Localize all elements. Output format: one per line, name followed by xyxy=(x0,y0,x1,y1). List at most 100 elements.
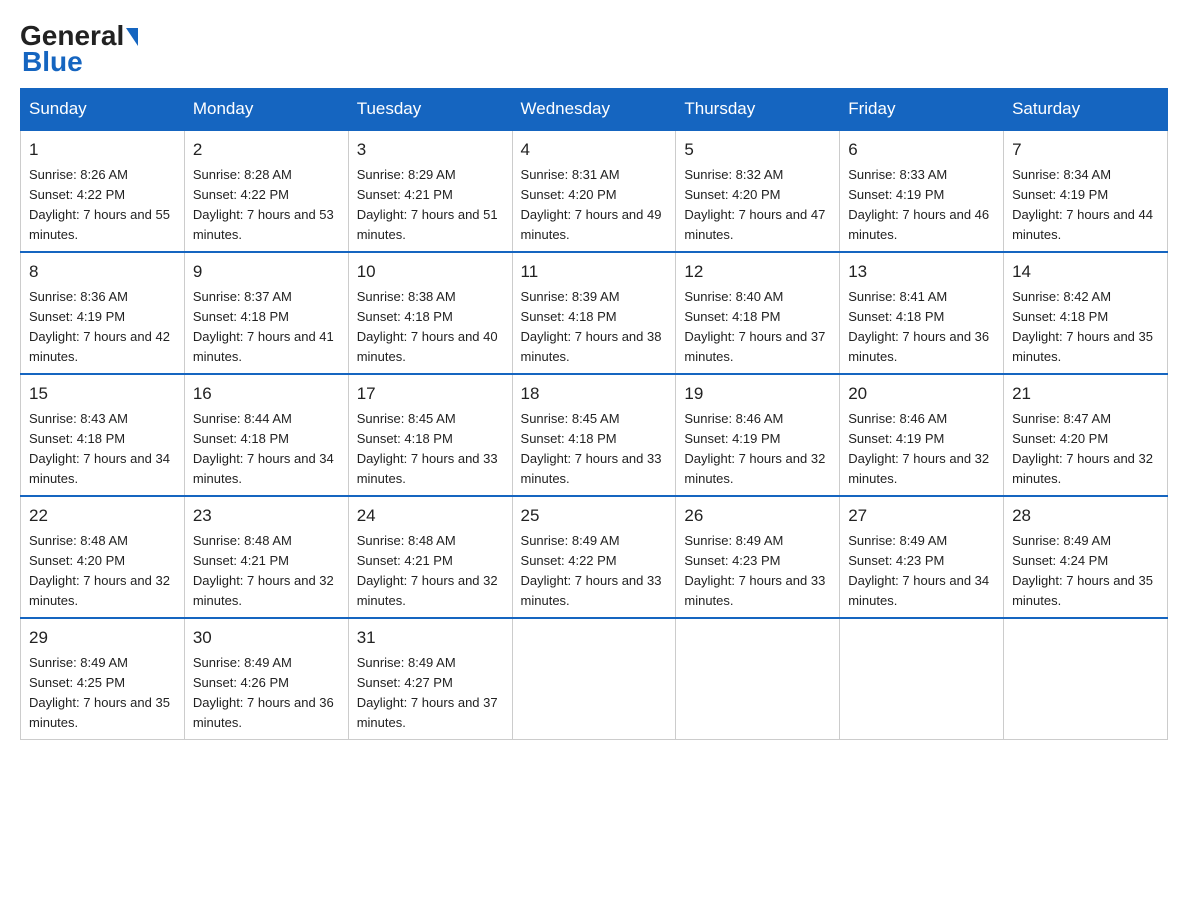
day-number: 17 xyxy=(357,381,504,407)
calendar-week-row: 15 Sunrise: 8:43 AMSunset: 4:18 PMDayligh… xyxy=(21,374,1168,496)
day-number: 18 xyxy=(521,381,668,407)
day-info: Sunrise: 8:33 AMSunset: 4:19 PMDaylight:… xyxy=(848,167,989,242)
day-info: Sunrise: 8:31 AMSunset: 4:20 PMDaylight:… xyxy=(521,167,662,242)
logo-arrow-icon xyxy=(126,28,138,46)
day-number: 31 xyxy=(357,625,504,651)
day-number: 2 xyxy=(193,137,340,163)
calendar-day-15: 15 Sunrise: 8:43 AMSunset: 4:18 PMDayligh… xyxy=(21,374,185,496)
calendar-day-14: 14 Sunrise: 8:42 AMSunset: 4:18 PMDayligh… xyxy=(1004,252,1168,374)
day-number: 22 xyxy=(29,503,176,529)
day-info: Sunrise: 8:32 AMSunset: 4:20 PMDaylight:… xyxy=(684,167,825,242)
calendar-day-30: 30 Sunrise: 8:49 AMSunset: 4:26 PMDayligh… xyxy=(184,618,348,740)
calendar-day-3: 3 Sunrise: 8:29 AMSunset: 4:21 PMDaylight… xyxy=(348,130,512,252)
calendar-day-27: 27Sunrise: 8:49 AMSunset: 4:23 PMDayligh… xyxy=(840,496,1004,618)
calendar-day-21: 21 Sunrise: 8:47 AMSunset: 4:20 PMDayligh… xyxy=(1004,374,1168,496)
day-info: Sunrise: 8:49 AMSunset: 4:22 PMDaylight:… xyxy=(521,533,662,608)
day-number: 15 xyxy=(29,381,176,407)
day-info: Sunrise: 8:49 AMSunset: 4:27 PMDaylight:… xyxy=(357,655,498,730)
calendar-day-26: 26Sunrise: 8:49 AMSunset: 4:23 PMDayligh… xyxy=(676,496,840,618)
day-info: Sunrise: 8:40 AMSunset: 4:18 PMDaylight:… xyxy=(684,289,825,364)
calendar-day-12: 12 Sunrise: 8:40 AMSunset: 4:18 PMDayligh… xyxy=(676,252,840,374)
calendar-day-7: 7 Sunrise: 8:34 AMSunset: 4:19 PMDaylight… xyxy=(1004,130,1168,252)
calendar-day-8: 8 Sunrise: 8:36 AMSunset: 4:19 PMDaylight… xyxy=(21,252,185,374)
day-info: Sunrise: 8:49 AMSunset: 4:25 PMDaylight:… xyxy=(29,655,170,730)
calendar-empty-cell xyxy=(840,618,1004,740)
calendar-day-16: 16 Sunrise: 8:44 AMSunset: 4:18 PMDayligh… xyxy=(184,374,348,496)
day-number: 16 xyxy=(193,381,340,407)
day-number: 3 xyxy=(357,137,504,163)
calendar-week-row: 29 Sunrise: 8:49 AMSunset: 4:25 PMDayligh… xyxy=(21,618,1168,740)
calendar-day-25: 25 Sunrise: 8:49 AMSunset: 4:22 PMDayligh… xyxy=(512,496,676,618)
day-info: Sunrise: 8:34 AMSunset: 4:19 PMDaylight:… xyxy=(1012,167,1153,242)
day-number: 13 xyxy=(848,259,995,285)
day-number: 9 xyxy=(193,259,340,285)
calendar-day-6: 6 Sunrise: 8:33 AMSunset: 4:19 PMDaylight… xyxy=(840,130,1004,252)
day-number: 14 xyxy=(1012,259,1159,285)
calendar-day-22: 22 Sunrise: 8:48 AMSunset: 4:20 PMDayligh… xyxy=(21,496,185,618)
calendar-day-31: 31 Sunrise: 8:49 AMSunset: 4:27 PMDayligh… xyxy=(348,618,512,740)
day-number: 28 xyxy=(1012,503,1159,529)
day-info: Sunrise: 8:39 AMSunset: 4:18 PMDaylight:… xyxy=(521,289,662,364)
calendar-day-18: 18 Sunrise: 8:45 AMSunset: 4:18 PMDayligh… xyxy=(512,374,676,496)
weekday-header-sunday: Sunday xyxy=(21,89,185,131)
weekday-header-tuesday: Tuesday xyxy=(348,89,512,131)
day-number: 5 xyxy=(684,137,831,163)
day-number: 10 xyxy=(357,259,504,285)
day-info: Sunrise: 8:49 AMSunset: 4:24 PMDaylight:… xyxy=(1012,533,1153,608)
calendar-empty-cell xyxy=(676,618,840,740)
day-number: 6 xyxy=(848,137,995,163)
day-info: Sunrise: 8:48 AMSunset: 4:21 PMDaylight:… xyxy=(193,533,334,608)
day-number: 29 xyxy=(29,625,176,651)
day-info: Sunrise: 8:49 AMSunset: 4:23 PMDaylight:… xyxy=(848,533,989,608)
calendar-day-28: 28 Sunrise: 8:49 AMSunset: 4:24 PMDayligh… xyxy=(1004,496,1168,618)
calendar-day-1: 1Sunrise: 8:26 AMSunset: 4:22 PMDaylight… xyxy=(21,130,185,252)
day-info: Sunrise: 8:38 AMSunset: 4:18 PMDaylight:… xyxy=(357,289,498,364)
day-info: Sunrise: 8:44 AMSunset: 4:18 PMDaylight:… xyxy=(193,411,334,486)
day-info: Sunrise: 8:47 AMSunset: 4:20 PMDaylight:… xyxy=(1012,411,1153,486)
day-number: 23 xyxy=(193,503,340,529)
day-info: Sunrise: 8:43 AMSunset: 4:18 PMDaylight:… xyxy=(29,411,170,486)
day-number: 20 xyxy=(848,381,995,407)
day-number: 12 xyxy=(684,259,831,285)
weekday-header-thursday: Thursday xyxy=(676,89,840,131)
calendar-day-5: 5 Sunrise: 8:32 AMSunset: 4:20 PMDaylight… xyxy=(676,130,840,252)
weekday-header-monday: Monday xyxy=(184,89,348,131)
day-number: 11 xyxy=(521,259,668,285)
day-info: Sunrise: 8:26 AMSunset: 4:22 PMDaylight:… xyxy=(29,167,170,242)
calendar-day-10: 10 Sunrise: 8:38 AMSunset: 4:18 PMDayligh… xyxy=(348,252,512,374)
calendar-week-row: 22 Sunrise: 8:48 AMSunset: 4:20 PMDayligh… xyxy=(21,496,1168,618)
calendar-week-row: 8 Sunrise: 8:36 AMSunset: 4:19 PMDaylight… xyxy=(21,252,1168,374)
day-number: 8 xyxy=(29,259,176,285)
calendar-day-23: 23 Sunrise: 8:48 AMSunset: 4:21 PMDayligh… xyxy=(184,496,348,618)
day-info: Sunrise: 8:28 AMSunset: 4:22 PMDaylight:… xyxy=(193,167,334,242)
calendar-day-24: 24Sunrise: 8:48 AMSunset: 4:21 PMDayligh… xyxy=(348,496,512,618)
calendar-day-13: 13Sunrise: 8:41 AMSunset: 4:18 PMDayligh… xyxy=(840,252,1004,374)
day-info: Sunrise: 8:48 AMSunset: 4:21 PMDaylight:… xyxy=(357,533,498,608)
day-number: 19 xyxy=(684,381,831,407)
calendar-day-19: 19 Sunrise: 8:46 AMSunset: 4:19 PMDayligh… xyxy=(676,374,840,496)
calendar-day-2: 2 Sunrise: 8:28 AMSunset: 4:22 PMDaylight… xyxy=(184,130,348,252)
calendar-table: SundayMondayTuesdayWednesdayThursdayFrid… xyxy=(20,88,1168,740)
calendar-day-11: 11 Sunrise: 8:39 AMSunset: 4:18 PMDayligh… xyxy=(512,252,676,374)
day-number: 7 xyxy=(1012,137,1159,163)
day-info: Sunrise: 8:48 AMSunset: 4:20 PMDaylight:… xyxy=(29,533,170,608)
day-info: Sunrise: 8:46 AMSunset: 4:19 PMDaylight:… xyxy=(684,411,825,486)
page-header: General Blue xyxy=(20,20,1168,78)
calendar-day-20: 20 Sunrise: 8:46 AMSunset: 4:19 PMDayligh… xyxy=(840,374,1004,496)
day-info: Sunrise: 8:49 AMSunset: 4:26 PMDaylight:… xyxy=(193,655,334,730)
day-number: 25 xyxy=(521,503,668,529)
weekday-header-wednesday: Wednesday xyxy=(512,89,676,131)
day-info: Sunrise: 8:36 AMSunset: 4:19 PMDaylight:… xyxy=(29,289,170,364)
calendar-day-9: 9Sunrise: 8:37 AMSunset: 4:18 PMDaylight… xyxy=(184,252,348,374)
calendar-header-row: SundayMondayTuesdayWednesdayThursdayFrid… xyxy=(21,89,1168,131)
day-info: Sunrise: 8:45 AMSunset: 4:18 PMDaylight:… xyxy=(521,411,662,486)
calendar-day-4: 4Sunrise: 8:31 AMSunset: 4:20 PMDaylight… xyxy=(512,130,676,252)
day-info: Sunrise: 8:46 AMSunset: 4:19 PMDaylight:… xyxy=(848,411,989,486)
day-number: 21 xyxy=(1012,381,1159,407)
day-info: Sunrise: 8:42 AMSunset: 4:18 PMDaylight:… xyxy=(1012,289,1153,364)
logo-blue-text: Blue xyxy=(22,46,83,78)
calendar-empty-cell xyxy=(1004,618,1168,740)
day-number: 30 xyxy=(193,625,340,651)
day-info: Sunrise: 8:29 AMSunset: 4:21 PMDaylight:… xyxy=(357,167,498,242)
calendar-day-17: 17Sunrise: 8:45 AMSunset: 4:18 PMDayligh… xyxy=(348,374,512,496)
